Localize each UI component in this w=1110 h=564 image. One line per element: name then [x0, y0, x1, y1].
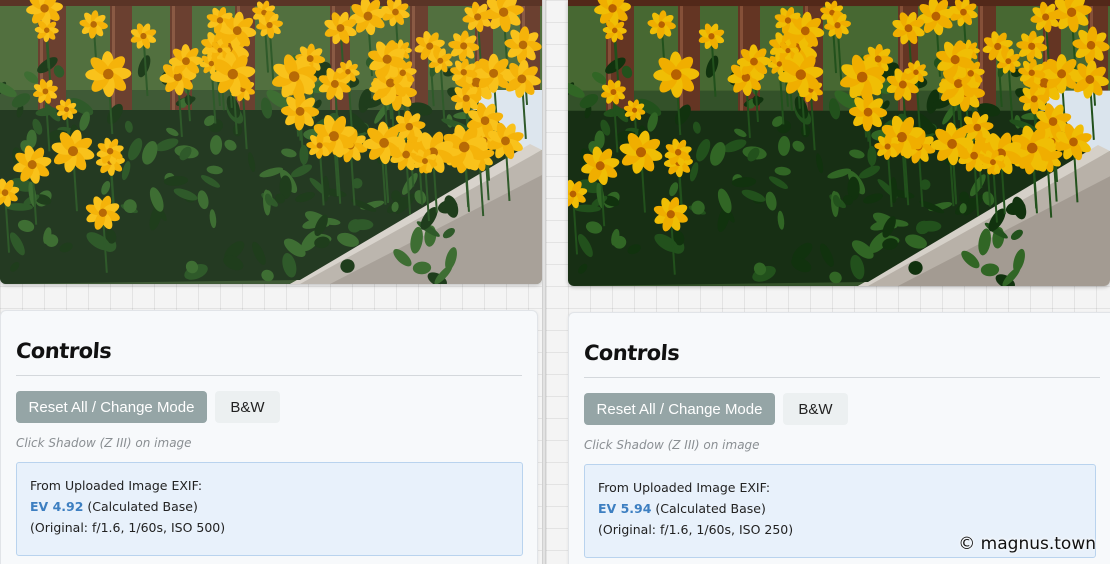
title-divider	[16, 375, 522, 376]
ev-suffix: (Calculated Base)	[655, 501, 766, 516]
ev-line: EV 4.92 (Calculated Base)	[30, 496, 509, 517]
controls-title: Controls	[583, 341, 681, 365]
reset-all-button[interactable]: Reset All / Change Mode	[16, 391, 207, 423]
controls-title: Controls	[15, 339, 113, 363]
watermark: © magnus.town	[958, 534, 1096, 554]
right-pane: Controls Reset All / Change Mode B&W Cli…	[546, 0, 1110, 564]
photo-preview-right[interactable]	[568, 0, 1110, 286]
left-pane: Controls Reset All / Change Mode B&W Cli…	[0, 0, 542, 564]
photo-preview-left[interactable]	[0, 0, 542, 284]
ev-suffix: (Calculated Base)	[87, 499, 198, 514]
exif-header: From Uploaded Image EXIF:	[598, 480, 771, 495]
title-divider	[584, 377, 1100, 378]
exif-header: From Uploaded Image EXIF:	[30, 478, 203, 493]
ev-line: EV 5.94 (Calculated Base)	[598, 498, 1082, 519]
hint-text: Click Shadow (Z III) on image	[584, 438, 760, 452]
controls-panel: Controls Reset All / Change Mode B&W Cli…	[0, 310, 538, 564]
reset-all-button[interactable]: Reset All / Change Mode	[584, 393, 775, 425]
flower-photo-image[interactable]	[0, 0, 542, 284]
ev-value: EV 4.92	[30, 499, 84, 514]
controls-panel: Controls Reset All / Change Mode B&W Cli…	[568, 312, 1110, 564]
bw-button[interactable]: B&W	[215, 391, 280, 423]
exif-info-box: From Uploaded Image EXIF: EV 4.92 (Calcu…	[16, 462, 523, 556]
bw-button[interactable]: B&W	[783, 393, 848, 425]
ev-value: EV 5.94	[598, 501, 652, 516]
original-exposure: (Original: f/1.6, 1/60s, ISO 500)	[30, 520, 226, 535]
flower-photo-image[interactable]	[568, 0, 1110, 286]
hint-text: Click Shadow (Z III) on image	[16, 436, 192, 450]
